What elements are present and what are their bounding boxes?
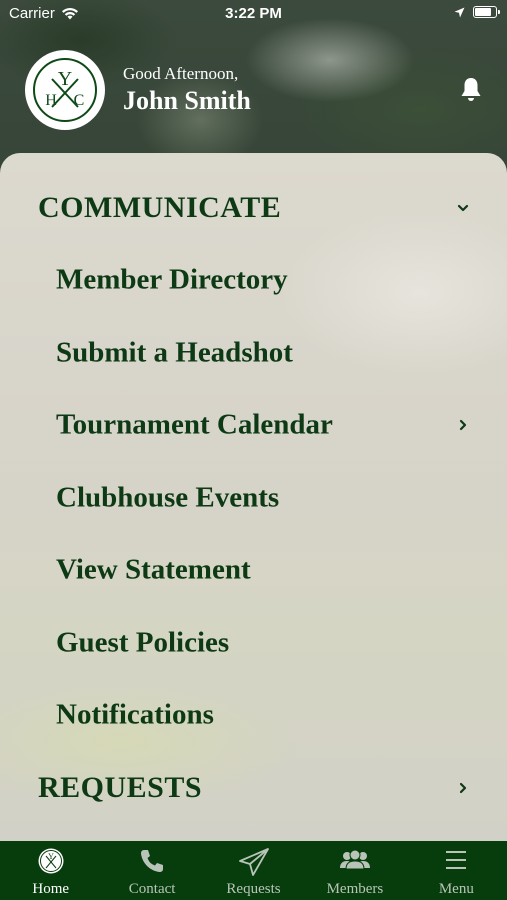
chevron-right-icon xyxy=(459,782,467,794)
menu-item-notifications[interactable]: Notifications xyxy=(0,679,507,751)
hamburger-menu-icon xyxy=(446,851,467,869)
svg-text:H: H xyxy=(45,92,57,109)
tab-requests[interactable]: Requests xyxy=(203,841,304,900)
battery-level xyxy=(475,8,492,16)
bell-icon[interactable] xyxy=(458,76,484,104)
paper-plane-icon xyxy=(238,848,269,876)
section-communicate[interactable]: COMMUNICATE xyxy=(0,172,507,244)
chevron-down-icon xyxy=(457,204,469,212)
menu-item-tournament-calendar[interactable]: Tournament Calendar xyxy=(0,389,507,461)
phone-icon xyxy=(141,850,164,872)
club-logo: Y H C xyxy=(25,50,105,130)
tab-label: Menu xyxy=(438,881,474,897)
menu-item-submit-headshot[interactable]: Submit a Headshot xyxy=(0,317,507,389)
menu-item-clubhouse-events[interactable]: Clubhouse Events xyxy=(0,462,507,534)
menu-item-label: Submit a Headshot xyxy=(56,336,293,369)
menu-item-view-statement[interactable]: View Statement xyxy=(0,534,507,606)
tab-home[interactable]: Y Home xyxy=(0,841,101,900)
menu-item-label: Tournament Calendar xyxy=(56,408,333,441)
menu-item-member-directory[interactable]: Member Directory xyxy=(0,244,507,316)
header: Y H C Good Afternoon, John Smith xyxy=(0,28,507,158)
tab-label: Members xyxy=(326,881,384,897)
tab-members[interactable]: Members xyxy=(304,841,405,900)
club-logo-icon: Y H C xyxy=(33,58,97,122)
menu-item-label: Notifications xyxy=(56,698,214,731)
tab-label: Home xyxy=(32,881,70,897)
greeting-text: Good Afternoon, xyxy=(123,64,239,83)
tab-bar: Y Home Contact Requests Members Menu xyxy=(0,841,507,900)
menu-item-label: Member Directory xyxy=(56,263,288,296)
tab-label: Requests xyxy=(226,881,281,897)
members-icon xyxy=(339,849,370,870)
menu-item-label: Clubhouse Events xyxy=(56,481,280,514)
menu-panel: COMMUNICATE Member Directory Submit a He… xyxy=(0,153,507,841)
location-arrow-icon xyxy=(454,7,465,17)
menu-item-label: View Statement xyxy=(56,553,251,586)
user-name: John Smith xyxy=(123,86,251,115)
section-requests[interactable]: REQUESTS xyxy=(0,752,507,824)
tab-menu[interactable]: Menu xyxy=(406,841,507,900)
battery-icon xyxy=(473,6,500,18)
chevron-right-icon xyxy=(459,419,467,431)
svg-text:Y: Y xyxy=(48,852,54,861)
menu-item-label: Guest Policies xyxy=(56,626,230,659)
section-label: REQUESTS xyxy=(38,771,203,804)
tab-label: Contact xyxy=(128,881,176,897)
tab-contact[interactable]: Contact xyxy=(101,841,202,900)
svg-text:C: C xyxy=(74,92,85,109)
status-bar: Carrier 3:22 PM xyxy=(0,0,507,28)
status-time: 3:22 PM xyxy=(225,5,282,22)
section-label: COMMUNICATE xyxy=(38,191,282,224)
svg-text:Y: Y xyxy=(58,68,72,90)
club-logo-icon: Y xyxy=(38,848,64,874)
menu-item-guest-policies[interactable]: Guest Policies xyxy=(0,607,507,679)
